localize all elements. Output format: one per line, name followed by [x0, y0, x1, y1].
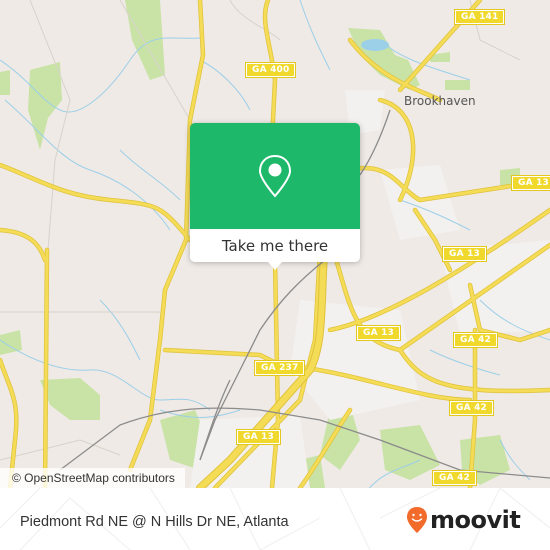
road-shield: GA 13 — [441, 246, 488, 262]
brand-name: moovit — [430, 506, 521, 534]
map-view[interactable]: Brookhaven GA 141 GA 400 GA 13 GA 13 GA … — [0, 0, 550, 488]
map-attribution[interactable]: © OpenStreetMap contributors — [0, 468, 185, 488]
place-label-brookhaven: Brookhaven — [404, 94, 476, 108]
road-shield: GA 42 — [452, 332, 499, 348]
take-me-there-button[interactable]: Take me there — [190, 229, 360, 262]
road-shield: GA 237 — [253, 360, 306, 376]
road-shield: GA 42 — [431, 470, 478, 486]
moovit-pin-smile-icon — [407, 507, 427, 533]
map-pin-icon — [258, 154, 292, 198]
popup-pointer — [268, 262, 282, 270]
road-shield: GA 141 — [453, 9, 506, 25]
road-shield: GA 13 — [355, 325, 402, 341]
location-popup: Take me there — [190, 123, 360, 270]
footer-bar: Piedmont Rd NE @ N Hills Dr NE, Atlanta … — [0, 488, 550, 550]
road-shield: GA 42 — [448, 400, 495, 416]
road-shield: GA 13 — [235, 429, 282, 445]
road-shield: GA 13 — [510, 175, 550, 191]
moovit-logo[interactable]: moovit — [406, 506, 521, 534]
road-shield: GA 400 — [244, 62, 297, 78]
popup-header — [190, 123, 360, 229]
stop-name: Piedmont Rd NE @ N Hills Dr NE, Atlanta — [20, 514, 289, 530]
